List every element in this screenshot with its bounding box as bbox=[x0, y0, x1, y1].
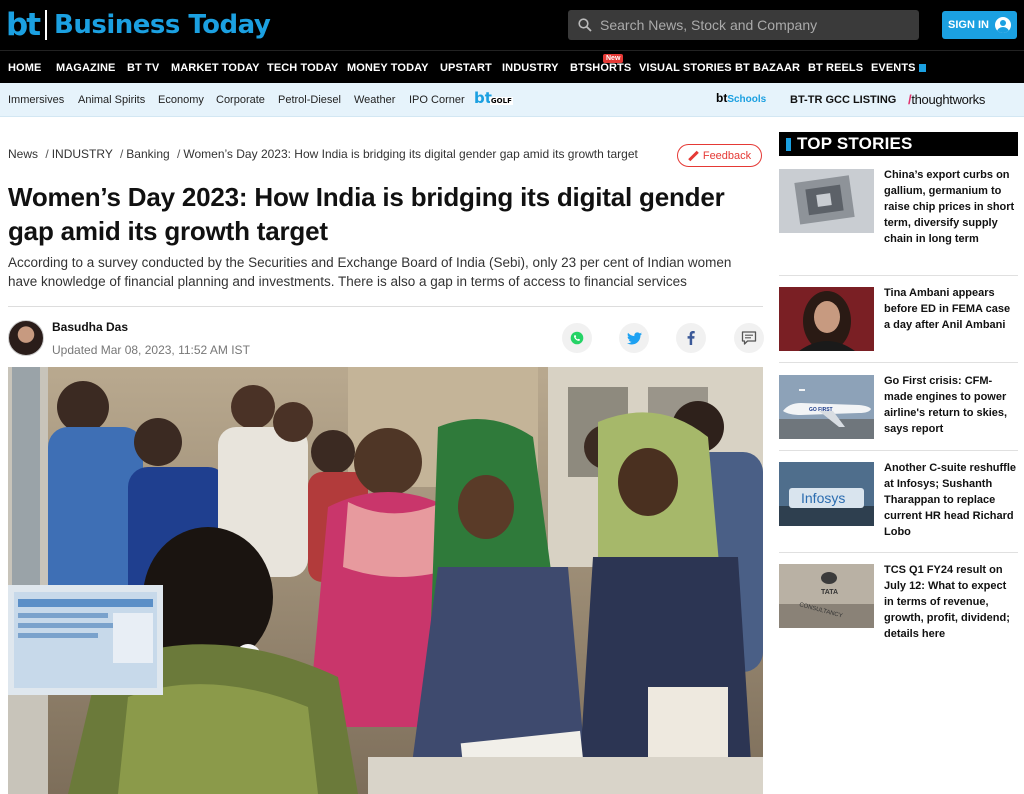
nav-item-events-label: EVENTS bbox=[871, 62, 916, 74]
subnav-item-ipo-corner[interactable]: IPO Corner bbox=[409, 94, 465, 106]
story-divider bbox=[779, 450, 1018, 451]
author-name[interactable]: Basudha Das bbox=[52, 320, 128, 334]
bt-gcc-listing-link[interactable]: BT-TR GCC LISTING bbox=[790, 94, 896, 106]
search-box[interactable] bbox=[568, 10, 919, 40]
airplane-image: GO FIRST bbox=[779, 375, 874, 439]
bt-golf-link[interactable]: btGOLF bbox=[474, 89, 513, 107]
article-headline: Women’s Day 2023: How India is bridging … bbox=[8, 182, 725, 246]
breadcrumb-banking[interactable]: Banking bbox=[126, 147, 169, 161]
author-avatar[interactable] bbox=[8, 320, 44, 356]
story-title[interactable]: China’s export curbs on gallium, germani… bbox=[884, 167, 1018, 247]
article-hero-image bbox=[8, 367, 763, 794]
thoughtworks-label: thoughtworks bbox=[911, 92, 986, 107]
breadcrumb-separator: / bbox=[45, 147, 49, 161]
story-title[interactable]: Tina Ambani appears before ED in FEMA ca… bbox=[884, 285, 1018, 333]
comment-icon bbox=[741, 331, 757, 345]
facebook-share-button[interactable] bbox=[676, 323, 706, 353]
subnav-item-immersives[interactable]: Immersives bbox=[8, 94, 64, 106]
main-nav: HOME MAGAZINE BT TV MARKET TODAY TECH TO… bbox=[0, 50, 1024, 83]
nav-item-upstart[interactable]: UPSTART bbox=[440, 62, 492, 74]
story-thumbnail[interactable] bbox=[779, 287, 874, 351]
bt-schools-label: Schools bbox=[727, 94, 767, 105]
nav-item-events[interactable]: EVENTS bbox=[871, 62, 926, 74]
nav-item-money-today[interactable]: MONEY TODAY bbox=[347, 62, 429, 74]
story-title[interactable]: Go First crisis: CFM-made engines to pow… bbox=[884, 373, 1018, 437]
breadcrumb-separator: / bbox=[177, 147, 181, 161]
breadcrumb-separator: / bbox=[119, 147, 124, 161]
feedback-label: Feedback bbox=[702, 149, 752, 162]
nav-item-visual-stories[interactable]: VISUAL STORIES bbox=[639, 62, 732, 74]
top-stories-heading: TOP STORIES bbox=[779, 132, 1018, 156]
subnav-item-economy[interactable]: Economy bbox=[158, 94, 204, 106]
feedback-button[interactable]: Feedback bbox=[677, 144, 762, 167]
breadcrumb-news[interactable]: News bbox=[8, 147, 38, 161]
story-divider bbox=[779, 362, 1018, 363]
nav-item-bt-bazaar[interactable]: BT BAZAAR bbox=[735, 62, 800, 74]
whatsapp-icon bbox=[570, 331, 584, 345]
breadcrumb-industry[interactable]: INDUSTRY bbox=[52, 147, 113, 161]
pencil-icon bbox=[688, 151, 698, 161]
portrait-image bbox=[779, 287, 874, 351]
story-thumbnail[interactable]: TATA CONSULTANCY bbox=[779, 564, 874, 628]
divider bbox=[8, 306, 763, 307]
search-icon bbox=[578, 18, 592, 32]
story-title[interactable]: TCS Q1 FY24 result on July 12: What to e… bbox=[884, 562, 1018, 642]
nav-item-bt-reels[interactable]: BT REELS bbox=[808, 62, 863, 74]
nav-item-market-today[interactable]: MARKET TODAY bbox=[171, 62, 260, 74]
infosys-image: Infosys bbox=[779, 462, 874, 526]
user-icon bbox=[994, 17, 1011, 33]
story-divider bbox=[779, 275, 1018, 276]
story-thumbnail[interactable]: Infosys bbox=[779, 462, 874, 526]
logo-divider bbox=[45, 10, 48, 40]
subnav-item-petrol-diesel[interactable]: Petrol-Diesel bbox=[278, 94, 341, 106]
nav-item-magazine[interactable]: MAGAZINE bbox=[56, 62, 115, 74]
breadcrumb: News / INDUSTRY / Banking / Women’s Day 202… bbox=[8, 147, 638, 161]
story-title[interactable]: Another C-suite reshuffle at Infosys; Su… bbox=[884, 460, 1018, 540]
hero-photo bbox=[8, 367, 763, 794]
sign-in-button[interactable]: SIGN IN bbox=[942, 11, 1017, 39]
nav-item-home[interactable]: HOME bbox=[8, 62, 41, 74]
updated-timestamp: Updated Mar 08, 2023, 11:52 AM IST bbox=[52, 343, 250, 357]
whatsapp-share-button[interactable] bbox=[562, 323, 592, 353]
nav-item-bt-tv[interactable]: BT TV bbox=[127, 62, 159, 74]
airline-logo-text: GO FIRST bbox=[809, 407, 833, 413]
nav-item-btshorts[interactable]: BTSHORTS bbox=[570, 62, 631, 74]
logo-name: Business Today bbox=[54, 10, 271, 40]
events-icon bbox=[918, 64, 926, 72]
story-thumbnail[interactable]: GO FIRST bbox=[779, 375, 874, 439]
twitter-share-button[interactable] bbox=[619, 323, 649, 353]
bt-schools-link[interactable]: btSchools bbox=[716, 91, 766, 105]
twitter-icon bbox=[626, 331, 642, 344]
bt-golf-label: GOLF bbox=[489, 97, 513, 105]
subnav-item-animal-spirits[interactable]: Animal Spirits bbox=[78, 94, 145, 106]
tcs-building-image: TATA CONSULTANCY bbox=[779, 564, 874, 628]
story-divider bbox=[779, 552, 1018, 553]
story-thumbnail[interactable] bbox=[779, 169, 874, 233]
tata-logo-text: TATA bbox=[821, 589, 838, 596]
nav-item-industry[interactable]: INDUSTRY bbox=[502, 62, 559, 74]
subnav-item-weather[interactable]: Weather bbox=[354, 94, 395, 106]
infosys-logo-text: Infosys bbox=[801, 490, 845, 506]
subnav-item-corporate[interactable]: Corporate bbox=[216, 94, 265, 106]
article-summary: According to a survey conducted by the S… bbox=[8, 255, 732, 289]
top-stories-title: TOP STORIES bbox=[797, 134, 913, 153]
heading-accent bbox=[786, 137, 791, 151]
thoughtworks-link[interactable]: /thoughtworks bbox=[908, 92, 985, 107]
sign-in-label: SIGN IN bbox=[948, 19, 989, 31]
search-input[interactable] bbox=[600, 17, 900, 33]
logo-short: bt bbox=[6, 7, 41, 43]
business-today-logo[interactable]: bt Business Today bbox=[6, 7, 271, 43]
chip-image bbox=[779, 169, 874, 233]
facebook-icon bbox=[687, 331, 695, 345]
bt-schools-logo: bt bbox=[716, 91, 728, 105]
breadcrumb-current: Women’s Day 2023: How India is bridging … bbox=[183, 147, 638, 161]
nav-item-tech-today[interactable]: TECH TODAY bbox=[267, 62, 338, 74]
top-header: bt Business Today SIGN IN bbox=[0, 0, 1024, 50]
comment-share-button[interactable] bbox=[734, 323, 764, 353]
